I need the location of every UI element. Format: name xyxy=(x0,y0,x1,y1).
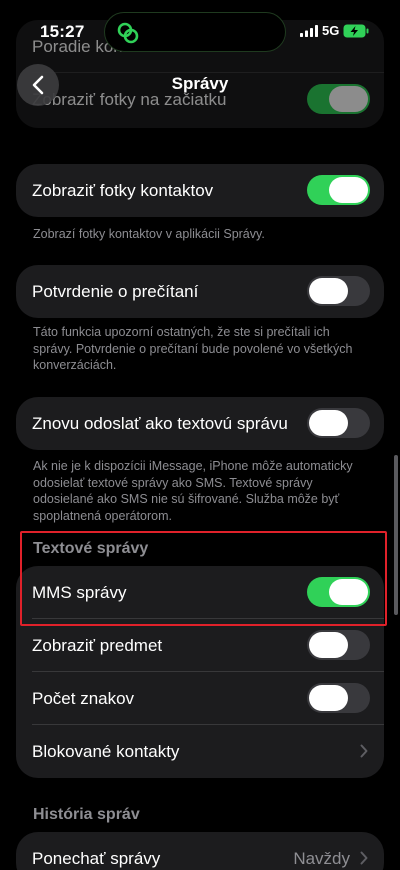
contact-photos-toggle[interactable] xyxy=(307,175,370,205)
status-time: 15:27 xyxy=(40,22,85,41)
toggle-knob xyxy=(329,177,368,203)
char-count-row[interactable]: Počet znakov xyxy=(16,672,384,725)
contact-photos-footnote: Zobrazí fotky kontaktov v aplikácii Sprá… xyxy=(33,227,265,241)
read-receipts-card: Potvrdenie o prečítaní xyxy=(16,265,384,318)
toggle-knob xyxy=(309,632,348,658)
send-as-sms-label: Znovu odoslať ako textovú správu xyxy=(32,413,288,433)
link-icon xyxy=(117,22,139,44)
scroll-indicator[interactable] xyxy=(394,455,398,615)
page-title: Správy xyxy=(171,74,229,93)
contact-photos-row[interactable]: Zobraziť fotky kontaktov xyxy=(16,164,384,217)
show-subject-toggle[interactable] xyxy=(307,630,370,660)
send-as-sms-row[interactable]: Znovu odoslať ako textovú správu xyxy=(16,397,384,450)
read-receipts-row[interactable]: Potvrdenie o prečítaní xyxy=(16,265,384,318)
toggle-knob xyxy=(309,410,348,436)
toggle-knob xyxy=(309,685,348,711)
toggle-knob xyxy=(309,278,348,304)
show-subject-row[interactable]: Zobraziť predmet xyxy=(16,619,384,672)
char-count-toggle[interactable] xyxy=(307,683,370,713)
contact-photos-card: Zobraziť fotky kontaktov xyxy=(16,164,384,217)
keep-messages-value: Navždy xyxy=(293,848,350,868)
send-as-sms-footnote: Ak nie je k dispozícii iMessage, iPhone … xyxy=(33,459,353,523)
history-header: História správ xyxy=(33,806,140,823)
char-count-label: Počet znakov xyxy=(32,688,135,708)
keep-messages-label: Ponechať správy xyxy=(32,848,161,868)
read-receipts-label: Potvrdenie o prečítaní xyxy=(32,281,199,301)
chevron-right-icon xyxy=(360,744,368,758)
network-type: 5G xyxy=(322,23,340,38)
history-card: Ponechať správy Navždy xyxy=(16,832,384,870)
send-as-sms-card: Znovu odoslať ako textovú správu xyxy=(16,397,384,450)
status-bar: 15:27 5G xyxy=(0,0,400,56)
dynamic-island[interactable] xyxy=(104,12,286,52)
cellular-signal-icon xyxy=(300,25,318,37)
blocked-contacts-row[interactable]: Blokované kontakty xyxy=(16,725,384,778)
navigation-bar: Správy xyxy=(0,60,400,110)
keep-messages-row[interactable]: Ponechať správy Navždy xyxy=(16,832,384,870)
chevron-right-icon xyxy=(360,851,368,865)
show-subject-label: Zobraziť predmet xyxy=(32,635,163,655)
read-receipts-toggle[interactable] xyxy=(307,276,370,306)
send-as-sms-toggle[interactable] xyxy=(307,408,370,438)
contact-photos-label: Zobraziť fotky kontaktov xyxy=(32,180,214,200)
read-receipts-footnote: Táto funkcia upozorní ostatných, že ste … xyxy=(33,325,353,372)
highlight-box xyxy=(20,531,387,626)
battery-charging-icon xyxy=(343,24,369,38)
blocked-contacts-label: Blokované kontakty xyxy=(32,741,180,761)
